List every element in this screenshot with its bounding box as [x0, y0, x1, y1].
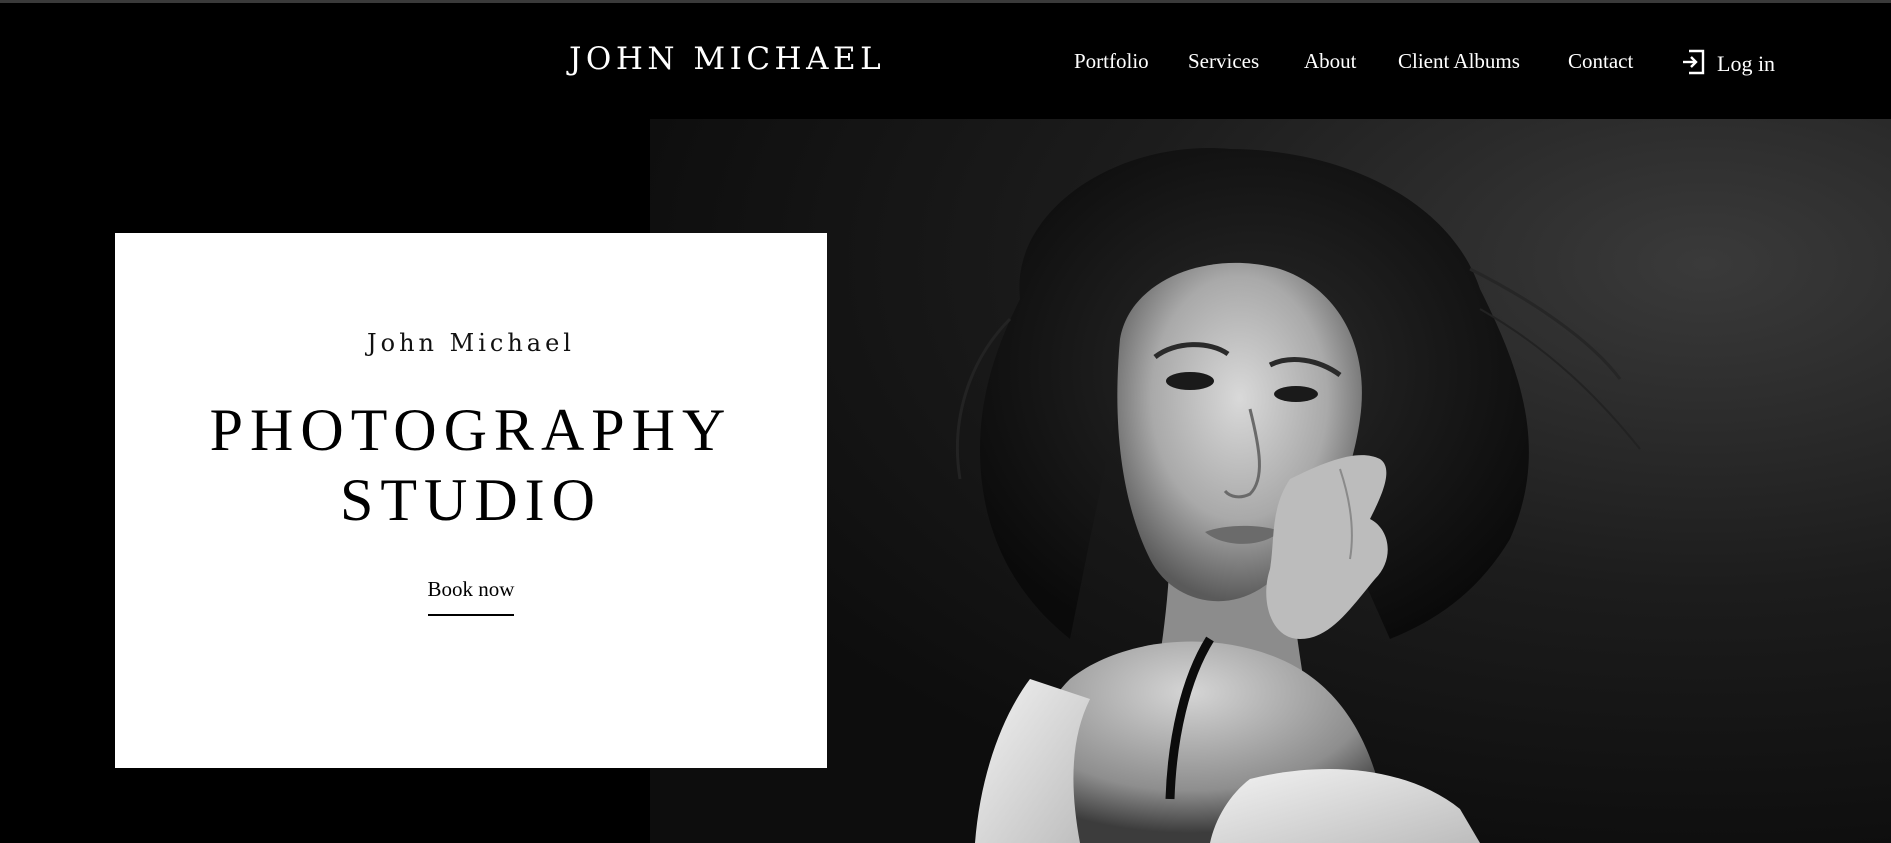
login-label: Log in [1717, 51, 1776, 76]
nav-about[interactable]: About [1304, 49, 1357, 74]
nav-portfolio[interactable]: Portfolio [1074, 49, 1149, 74]
nav-client-albums[interactable]: Client Albums [1398, 49, 1520, 74]
hero-title-line1: PHOTOGRAPHY [209, 397, 733, 463]
hero-title-line2: STUDIO [340, 467, 602, 533]
portrait-illustration [956, 148, 1641, 843]
hero-portrait-photo [650, 119, 1891, 843]
book-now-wrapper: Book now [115, 577, 827, 616]
nav-services[interactable]: Services [1188, 49, 1259, 74]
nav-contact[interactable]: Contact [1568, 49, 1633, 74]
login-button[interactable]: Log in [1681, 47, 1775, 77]
book-now-button[interactable]: Book now [427, 577, 515, 616]
hero-title: PHOTOGRAPHY STUDIO [115, 395, 827, 535]
hero-eyebrow: John Michael [367, 329, 575, 357]
site-header: JOHN MICHAEL Portfolio Services About Cl… [0, 3, 1891, 119]
login-icon [1681, 49, 1705, 75]
brand-logo[interactable]: JOHN MICHAEL [569, 41, 885, 77]
hero-card: John Michael PHOTOGRAPHY STUDIO Book now [115, 233, 827, 768]
